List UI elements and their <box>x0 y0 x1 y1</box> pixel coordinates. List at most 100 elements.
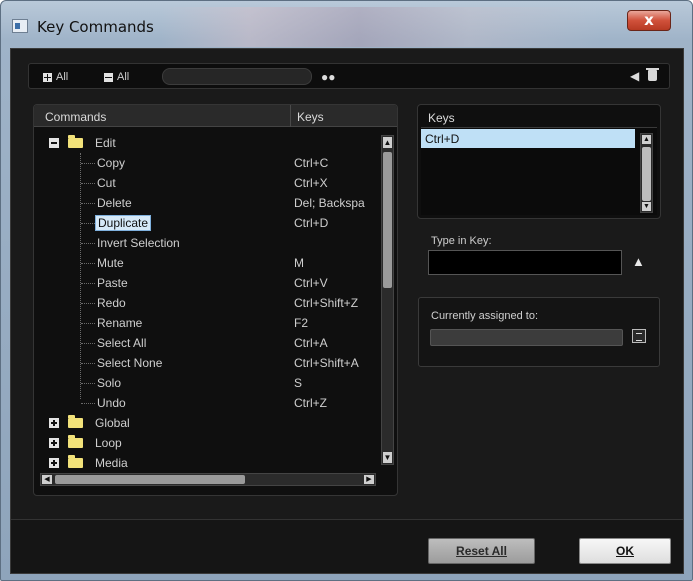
folder-label: Media <box>95 456 128 469</box>
tree-branch <box>81 323 95 324</box>
app-icon <box>12 19 28 33</box>
command-label: Undo <box>97 396 126 410</box>
expand-icon[interactable] <box>49 438 59 448</box>
collapse-all-label: All <box>117 71 130 83</box>
currently-assigned-panel: Currently assigned to: <box>418 297 660 367</box>
tree-item[interactable]: Solo S <box>34 373 379 393</box>
tree-branch <box>81 263 95 264</box>
command-key: Ctrl+V <box>294 276 328 290</box>
tree-folder-edit[interactable]: Edit <box>34 133 379 153</box>
command-label: Paste <box>97 276 128 290</box>
tree-item[interactable]: Undo Ctrl+Z <box>34 393 379 413</box>
title-bar[interactable]: Key Commands x <box>1 1 692 49</box>
key-list-item[interactable]: Ctrl+D <box>421 129 635 148</box>
scroll-left-icon[interactable]: ◀ <box>42 475 52 484</box>
tree-item[interactable]: Rename F2 <box>34 313 379 333</box>
commands-tree: Edit Copy Ctrl+C Cut Ctrl+X Delete Del; … <box>34 133 379 469</box>
tree-branch <box>81 163 95 164</box>
tree-item-selected[interactable]: Duplicate Ctrl+D <box>34 213 379 233</box>
close-button[interactable]: x <box>627 10 671 31</box>
tree-branch <box>81 383 95 384</box>
keys-list: Ctrl+D ▲ ▼ <box>421 127 657 215</box>
command-key: Ctrl+A <box>294 336 328 350</box>
command-label: Cut <box>97 176 116 190</box>
tree-folder-loop[interactable]: Loop <box>34 433 379 453</box>
column-divider[interactable] <box>290 105 291 127</box>
tree-item[interactable]: Delete Del; Backspa <box>34 193 379 213</box>
tree-item[interactable]: Select None Ctrl+Shift+A <box>34 353 379 373</box>
column-header-commands[interactable]: Commands <box>45 110 106 124</box>
folder-icon <box>68 455 83 468</box>
collapse-all-button[interactable]: All <box>104 70 129 84</box>
folder-icon <box>68 435 83 448</box>
folder-label: Edit <box>95 136 116 150</box>
tree-item[interactable]: Invert Selection <box>34 233 379 253</box>
expand-icon[interactable] <box>49 458 59 468</box>
command-key: Del; Backspa <box>294 196 365 210</box>
up-arrow-icon[interactable]: ▲ <box>632 254 645 269</box>
search-input[interactable] <box>162 68 312 85</box>
command-label: Redo <box>97 296 126 310</box>
tree-item[interactable]: Select All Ctrl+A <box>34 333 379 353</box>
type-in-key-label: Type in Key: <box>431 235 492 247</box>
plus-square-icon <box>43 72 52 82</box>
scroll-thumb[interactable] <box>55 475 245 484</box>
reset-all-button[interactable]: Reset All <box>428 538 535 564</box>
tree-item[interactable]: Cut Ctrl+X <box>34 173 379 193</box>
tree-folder-global[interactable]: Global <box>34 413 379 433</box>
tree-branch <box>81 403 95 404</box>
button-bar: Reset All OK <box>11 519 683 573</box>
tree-branch <box>81 343 95 344</box>
command-key: Ctrl+D <box>294 216 329 230</box>
command-label: Delete <box>97 196 132 210</box>
keys-panel: Keys Ctrl+D ▲ ▼ <box>417 104 661 219</box>
expand-icon[interactable] <box>49 418 59 428</box>
tree-item[interactable]: Redo Ctrl+Shift+Z <box>34 293 379 313</box>
arrow-left-icon[interactable]: ◀ <box>630 69 639 83</box>
collapse-icon[interactable] <box>49 138 59 148</box>
minus-square-icon <box>104 72 113 82</box>
currently-assigned-label: Currently assigned to: <box>431 310 538 322</box>
folder-icon <box>68 135 83 148</box>
tree-branch <box>81 283 95 284</box>
tree-branch <box>81 243 95 244</box>
tree-item[interactable]: Copy Ctrl+C <box>34 153 379 173</box>
commands-header: Commands Keys <box>34 105 397 127</box>
keys-vertical-scrollbar[interactable]: ▲ ▼ <box>640 133 653 213</box>
command-label: Invert Selection <box>97 236 180 250</box>
expand-all-button[interactable]: All <box>43 70 68 84</box>
ok-button[interactable]: OK <box>579 538 671 564</box>
keys-panel-title: Keys <box>428 111 455 125</box>
command-key: M <box>294 256 304 270</box>
commands-horizontal-scrollbar[interactable]: ◀ ▶ <box>40 473 376 486</box>
toolbar: All All ●● ◀ <box>28 63 670 89</box>
scroll-thumb[interactable] <box>383 152 392 288</box>
commands-vertical-scrollbar[interactable]: ▲ ▼ <box>381 135 394 465</box>
folder-icon <box>68 415 83 428</box>
scroll-down-icon[interactable]: ▼ <box>383 452 392 463</box>
command-key: S <box>294 376 303 390</box>
column-header-keys[interactable]: Keys <box>297 110 324 124</box>
binoculars-icon[interactable]: ●● <box>321 70 336 84</box>
list-icon[interactable] <box>632 329 646 343</box>
scroll-thumb[interactable] <box>642 147 651 201</box>
key-commands-window: Key Commands x All All ●● ◀ Commands Key… <box>0 0 693 581</box>
command-label: Duplicate <box>95 215 152 231</box>
command-key: Ctrl+Shift+A <box>294 356 359 370</box>
command-label: Copy <box>97 156 126 170</box>
tree-item[interactable]: Mute M <box>34 253 379 273</box>
type-in-key-input[interactable] <box>428 250 622 275</box>
tree-branch <box>81 183 95 184</box>
trash-icon[interactable] <box>646 68 659 81</box>
scroll-right-icon[interactable]: ▶ <box>364 475 374 484</box>
scroll-up-icon[interactable]: ▲ <box>383 137 392 148</box>
tree-folder-media[interactable]: Media <box>34 453 379 469</box>
tree-item[interactable]: Paste Ctrl+V <box>34 273 379 293</box>
scroll-down-icon[interactable]: ▼ <box>642 202 651 211</box>
scroll-up-icon[interactable]: ▲ <box>642 135 651 144</box>
folder-label: Loop <box>95 436 122 450</box>
tree-branch <box>81 363 95 364</box>
command-label: Rename <box>97 316 143 330</box>
tree-branch <box>81 223 95 224</box>
folder-label: Global <box>95 416 130 430</box>
